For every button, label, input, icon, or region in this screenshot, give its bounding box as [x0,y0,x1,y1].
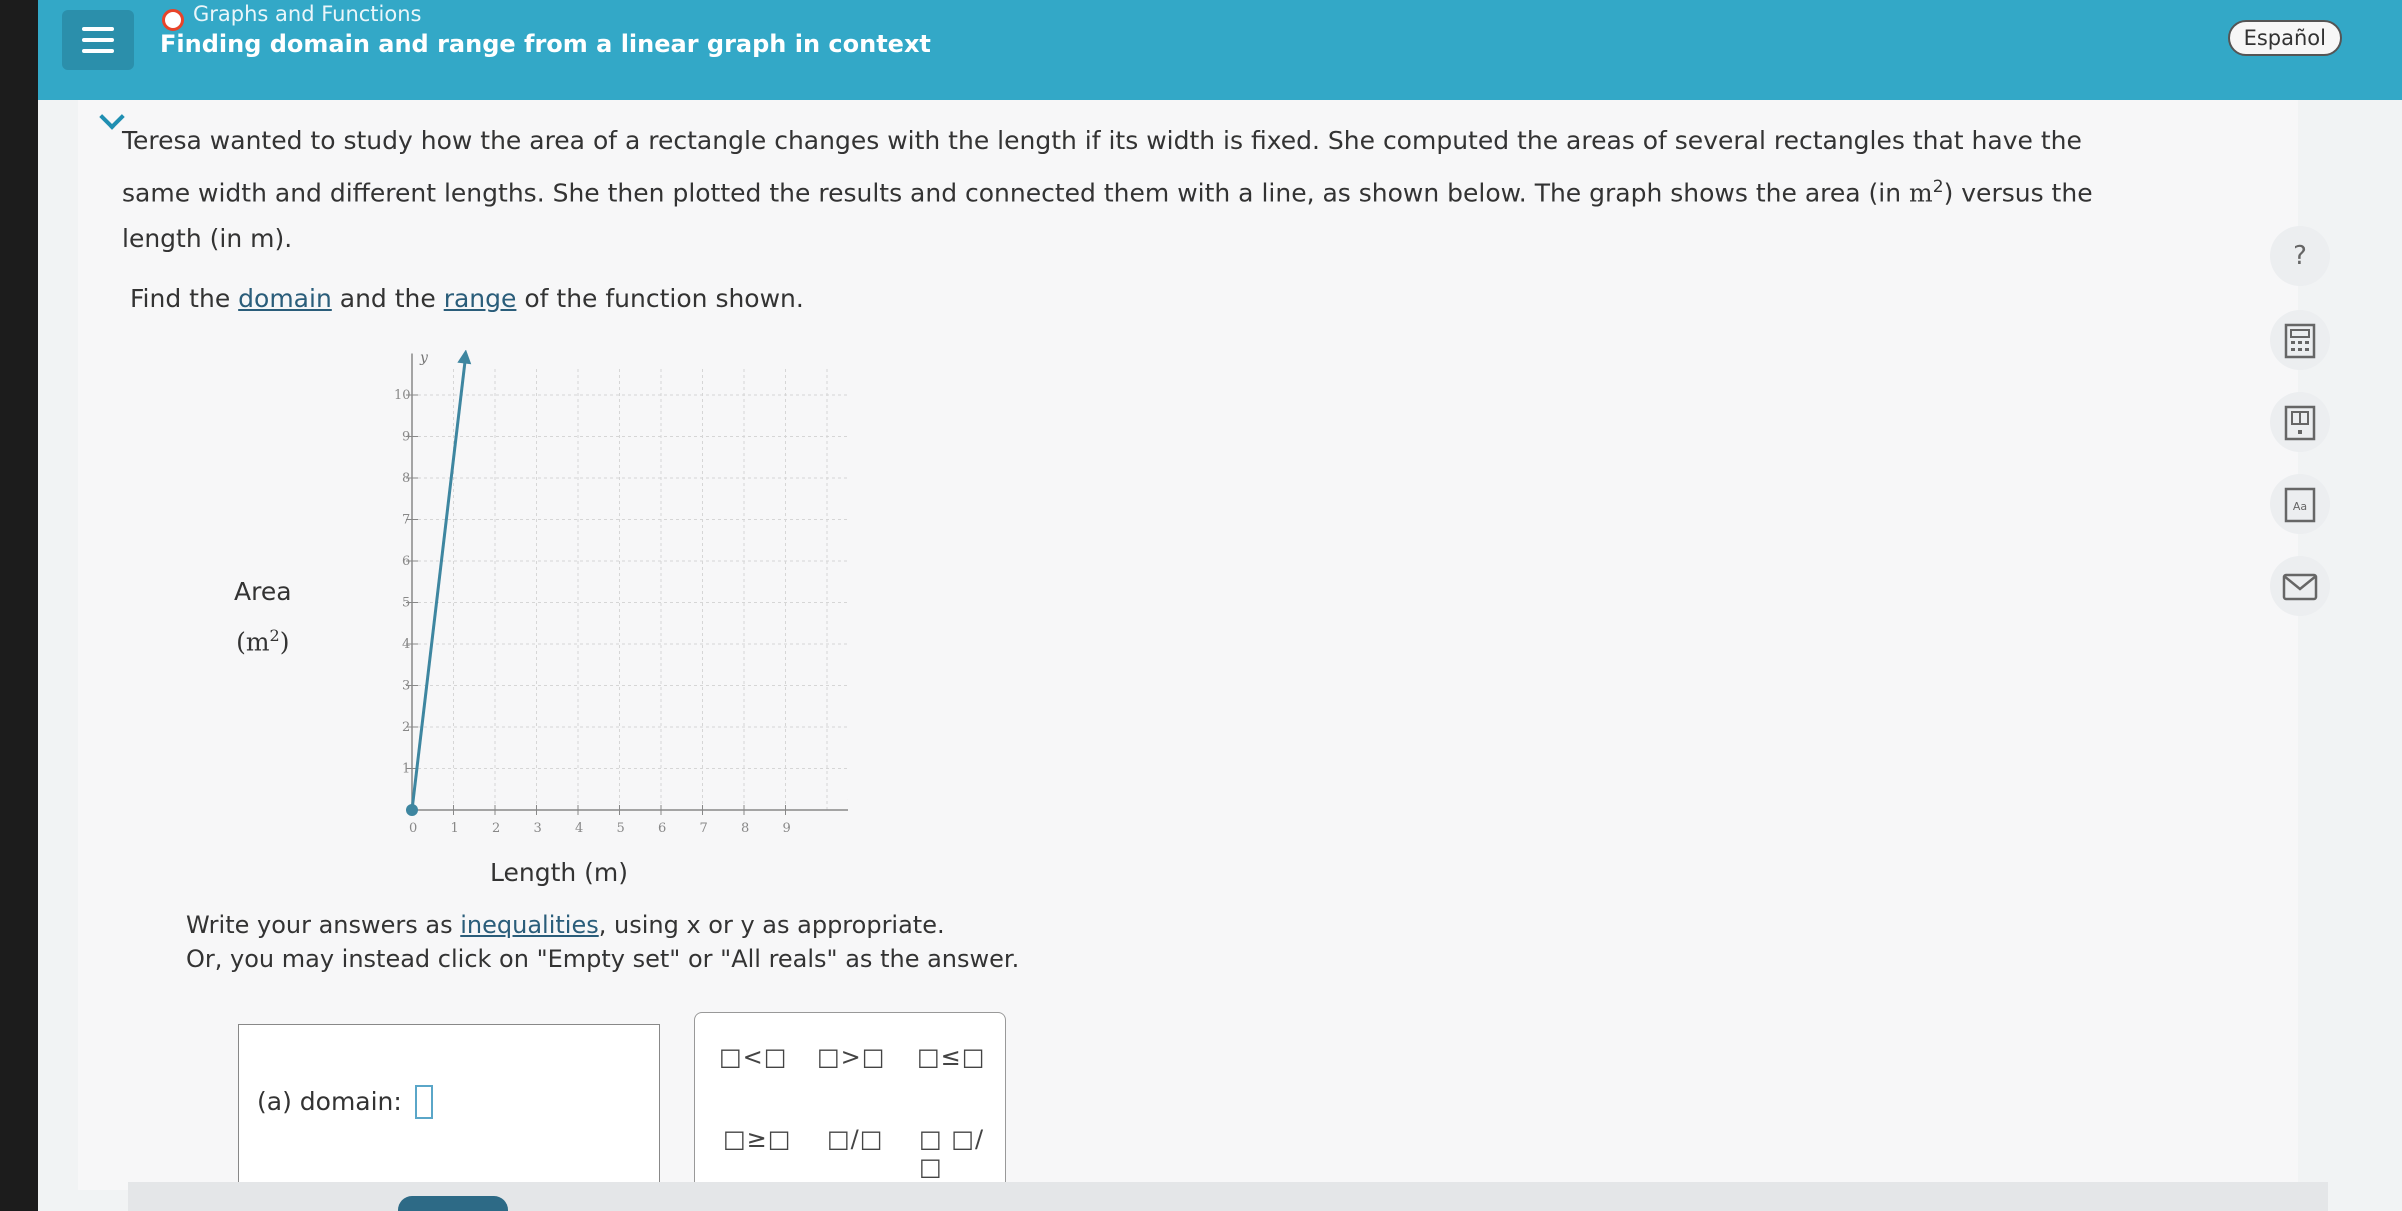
topic-label: Graphs and Functions [193,2,422,26]
find-text-mid: and the [331,284,444,313]
y-tick-label: 7 [402,513,410,528]
area-length-graph: 012345678912345678910 y x [394,350,848,836]
range-link[interactable]: range [444,284,517,313]
x-axis-title: Length (m) [490,858,629,887]
y-tick-label: 6 [402,554,410,569]
x-tick-label: 5 [617,821,625,836]
start-point [406,804,418,816]
area-unit: (m2) [234,614,292,664]
problem-line-1: Teresa wanted to study how the area of a… [122,126,2082,155]
domain-link[interactable]: domain [238,284,332,313]
domain-input[interactable] [415,1085,433,1119]
y-tick-label: 1 [402,762,410,777]
less-or-equal-button[interactable]: □≤□ [917,1043,985,1071]
greater-than-button[interactable]: □>□ [817,1043,885,1071]
y-tick-label: 8 [402,471,410,486]
x-tick-label: 3 [534,821,542,836]
instr-start: Write your answers as [186,911,461,939]
unit-m: m [1909,178,1933,208]
x-tick-label: 2 [492,821,500,836]
x-tick-label: 0 [409,821,417,836]
line-arrowhead [457,350,472,365]
greater-or-equal-button[interactable]: □≥□ [723,1125,791,1153]
problem-line-2-start: same width and different lengths. She th… [122,178,1910,208]
fraction-button[interactable]: □/□ [827,1125,883,1153]
espanol-button[interactable]: Español [2227,20,2342,56]
y-tick-label: 3 [402,679,410,694]
find-text-start: Find the [130,284,239,313]
y-tick-label: 4 [402,637,410,652]
area-label: Area [234,577,292,606]
problem-text: Teresa wanted to study how the area of a… [122,118,2182,262]
area-unit-open: (m [236,627,270,657]
area-unit-exponent: 2 [269,626,280,645]
text-size-icon[interactable]: Aa [2270,474,2330,534]
domain-label: (a) domain: [257,1087,402,1116]
calculator-icon[interactable] [2270,310,2330,370]
problem-line-2: same width and different lengths. She th… [122,164,2182,216]
menu-button[interactable] [62,10,134,70]
y-axis-title: Area (m2) [234,570,292,664]
instr-end: , using x or y as appropriate. [598,911,945,939]
x-tick-label: 6 [658,821,666,836]
screen: Graphs and Functions Finding domain and … [38,0,2402,1211]
mail-icon[interactable] [2270,556,2330,616]
help-icon[interactable]: ? [2270,226,2330,286]
problem-line-2-end: ) versus the [1943,178,2093,208]
inequalities-link[interactable]: inequalities [460,911,598,939]
x-tick-label: 1 [451,821,459,836]
x-tick-label: 8 [741,821,749,836]
mixed-number-button[interactable]: □ □/□ [919,1125,1005,1181]
unit-exponent: 2 [1932,177,1944,197]
x-tick-label: 4 [575,821,583,836]
lesson-title: Finding domain and range from a linear g… [160,30,931,58]
area-unit-close: ) [279,627,290,657]
status-ring-icon [162,9,184,31]
data-line [410,353,468,811]
instructions-line-2: Or, you may instead click on "Empty set"… [186,945,1020,973]
less-than-button[interactable]: □<□ [719,1043,787,1071]
y-tick-label: 9 [402,430,410,445]
x-tick-label: 7 [700,821,708,836]
y-tick-label: 10 [394,388,411,403]
instructions: Write your answers as inequalities, usin… [186,908,1019,976]
find-text-end: of the function shown. [516,284,804,313]
y-tick-label: 2 [402,720,410,735]
x-tick-label: 9 [783,821,791,836]
bottom-action-button[interactable] [398,1196,508,1211]
find-prompt: Find the domain and the range of the fun… [130,284,804,313]
problem-line-3: length (in m). [122,224,293,254]
y-axis-letter: y [419,350,429,366]
instructions-line-1: Write your answers as inequalities, usin… [186,908,1019,942]
svg-text:Aa: Aa [2293,500,2307,513]
y-tick-label: 5 [402,596,410,611]
top-bar: Graphs and Functions Finding domain and … [38,0,2402,100]
textbook-icon[interactable] [2270,392,2330,452]
